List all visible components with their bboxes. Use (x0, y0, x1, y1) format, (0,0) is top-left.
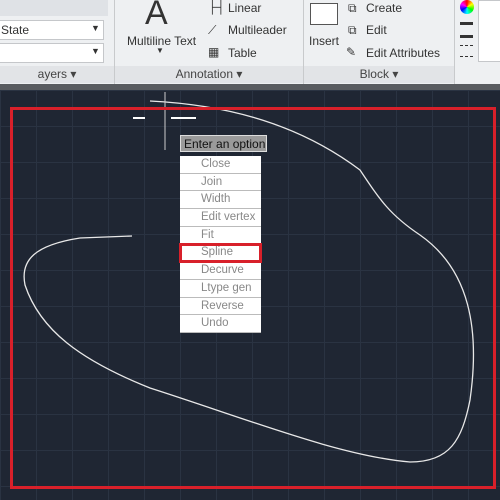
menu-item-join[interactable]: Join (180, 173, 261, 192)
menu-item-undo[interactable]: Undo (180, 315, 261, 333)
menu-item-ltype-gen[interactable]: Ltype gen (180, 279, 261, 298)
menu-item-width[interactable]: Width (180, 191, 261, 210)
menu-item-spline[interactable]: Spline (179, 243, 262, 264)
menu-item-reverse[interactable]: Reverse (180, 297, 261, 316)
menu-item-edit-vertex[interactable]: Edit vertex (180, 209, 261, 227)
menu-item-fit[interactable]: Fit (180, 226, 261, 245)
menu-item-decurve[interactable]: Decurve (180, 262, 261, 280)
option-menu: Close Join Width Edit vertex Fit Spline … (179, 156, 262, 333)
menu-item-close[interactable]: Close (180, 156, 261, 174)
menu-prompt: Enter an option (180, 135, 267, 152)
